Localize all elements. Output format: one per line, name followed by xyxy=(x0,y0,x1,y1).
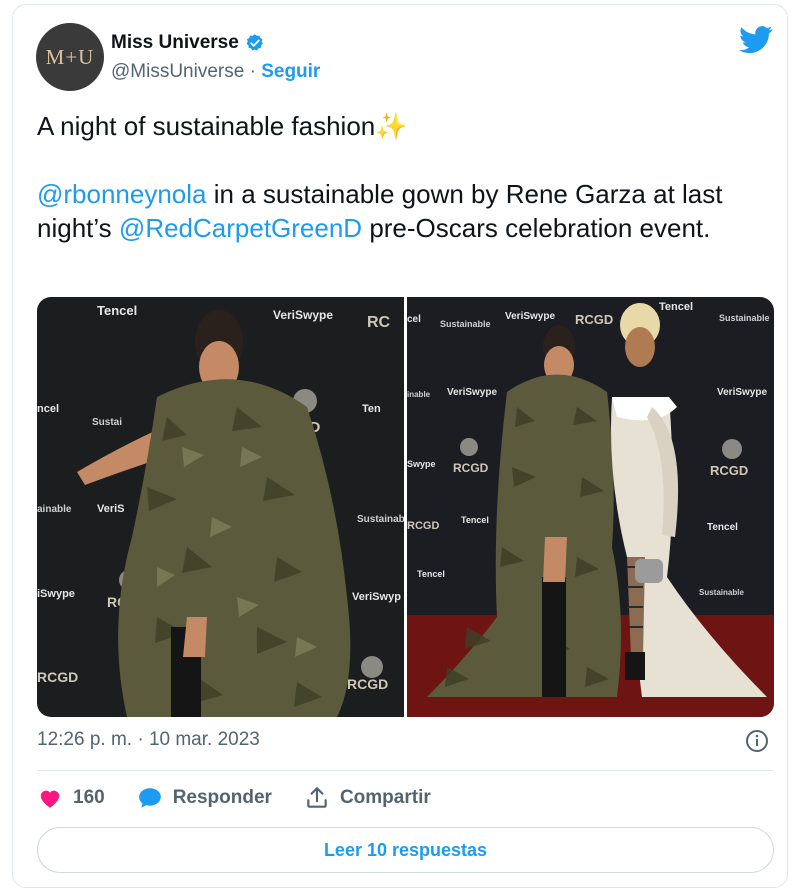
svg-text:Sustainable: Sustainable xyxy=(719,313,770,323)
reply-button[interactable]: Responder xyxy=(137,785,272,811)
svg-text:Tencel: Tencel xyxy=(97,303,137,318)
info-icon[interactable] xyxy=(745,729,769,753)
share-icon xyxy=(307,787,327,808)
svg-text:Tencel: Tencel xyxy=(707,522,738,533)
svg-text:RCGD: RCGD xyxy=(575,312,613,327)
svg-text:VeriSwype: VeriSwype xyxy=(273,308,333,322)
svg-text:RCGD: RCGD xyxy=(347,676,388,692)
svg-text:Ten: Ten xyxy=(362,403,381,415)
svg-text:VeriS: VeriS xyxy=(97,503,125,515)
tweet-text-part-b: pre-Oscars celebration event. xyxy=(362,213,711,243)
author-handle-row: @MissUniverse · Seguir xyxy=(111,61,320,83)
mention-rbonneynola[interactable]: @rbonneynola xyxy=(37,179,207,209)
tweet-line-1: A night of sustainable fashion✨ xyxy=(37,109,757,143)
svg-text:VeriSwype: VeriSwype xyxy=(505,311,555,322)
svg-text:Sustainable: Sustainable xyxy=(699,588,744,597)
reply-label: Responder xyxy=(172,787,272,808)
author-handle[interactable]: @MissUniverse xyxy=(111,61,244,82)
svg-text:inable: inable xyxy=(407,390,431,399)
read-replies-button[interactable]: Leer 10 respuestas xyxy=(37,827,774,873)
svg-text:iSwype: iSwype xyxy=(37,588,75,600)
svg-text:ainable: ainable xyxy=(37,504,72,515)
handle-separator: · xyxy=(249,61,256,82)
svg-text:RCGD: RCGD xyxy=(37,669,78,685)
svg-text:RCGD: RCGD xyxy=(710,463,748,478)
tweet-text: A night of sustainable fashion✨ @rbonney… xyxy=(37,109,757,245)
svg-text:Tencel: Tencel xyxy=(417,569,445,579)
svg-text:Tencel: Tencel xyxy=(461,515,489,525)
svg-text:RCGD: RCGD xyxy=(407,520,439,532)
share-label: Compartir xyxy=(339,787,431,808)
share-button[interactable]: Compartir xyxy=(304,785,431,811)
sparkles-emoji: ✨ xyxy=(375,111,408,141)
like-button[interactable]: 160 xyxy=(37,785,105,811)
svg-text:cel: cel xyxy=(407,314,421,325)
svg-text:RC: RC xyxy=(367,314,391,331)
svg-text:Sustai: Sustai xyxy=(92,417,122,428)
avatar-text: M+U xyxy=(45,44,95,69)
author-name-row: Miss Universe xyxy=(111,32,265,54)
photo-1[interactable]: Tencel VeriSwype RC ncel Sustai CGD Ten … xyxy=(37,297,404,717)
tweet-line-1-text: A night of sustainable fashion xyxy=(37,111,376,141)
mention-redcarpetgreend[interactable]: @RedCarpetGreenD xyxy=(119,213,362,243)
avatar[interactable]: M+U xyxy=(36,23,104,91)
reply-bubble-icon xyxy=(138,788,161,808)
svg-text:Swype: Swype xyxy=(407,459,436,469)
tweet-paragraph-2: @rbonneynola in a sustainable gown by Re… xyxy=(37,177,757,245)
svg-text:Sustainab: Sustainab xyxy=(357,514,404,525)
svg-text:VeriSwyp: VeriSwyp xyxy=(352,591,401,603)
author-name[interactable]: Miss Universe xyxy=(111,32,239,54)
svg-text:VeriSwype: VeriSwype xyxy=(447,387,497,398)
svg-text:Tencel: Tencel xyxy=(659,301,693,313)
divider xyxy=(37,770,773,771)
heart-icon xyxy=(40,790,60,808)
verified-badge-icon xyxy=(246,34,263,51)
svg-text:VeriSwype: VeriSwype xyxy=(717,387,767,398)
follow-button[interactable]: Seguir xyxy=(261,61,320,82)
svg-text:Sustainable: Sustainable xyxy=(440,319,491,329)
svg-text:RCGD: RCGD xyxy=(453,461,489,475)
tweet-timestamp[interactable]: 12:26 p. m. · 10 mar. 2023 xyxy=(37,729,260,751)
photo-2[interactable]: cel Sustainable VeriSwype RCGD Tencel Su… xyxy=(407,297,774,717)
media-grid: Tencel VeriSwype RC ncel Sustai CGD Ten … xyxy=(37,297,774,717)
action-bar: 160 Responder Compartir xyxy=(37,785,463,811)
twitter-bird-icon[interactable] xyxy=(739,25,773,55)
like-count: 160 xyxy=(73,787,105,808)
tweet-card: M+U Miss Universe @MissUniverse · Seguir… xyxy=(12,4,788,888)
svg-text:ncel: ncel xyxy=(37,403,59,415)
